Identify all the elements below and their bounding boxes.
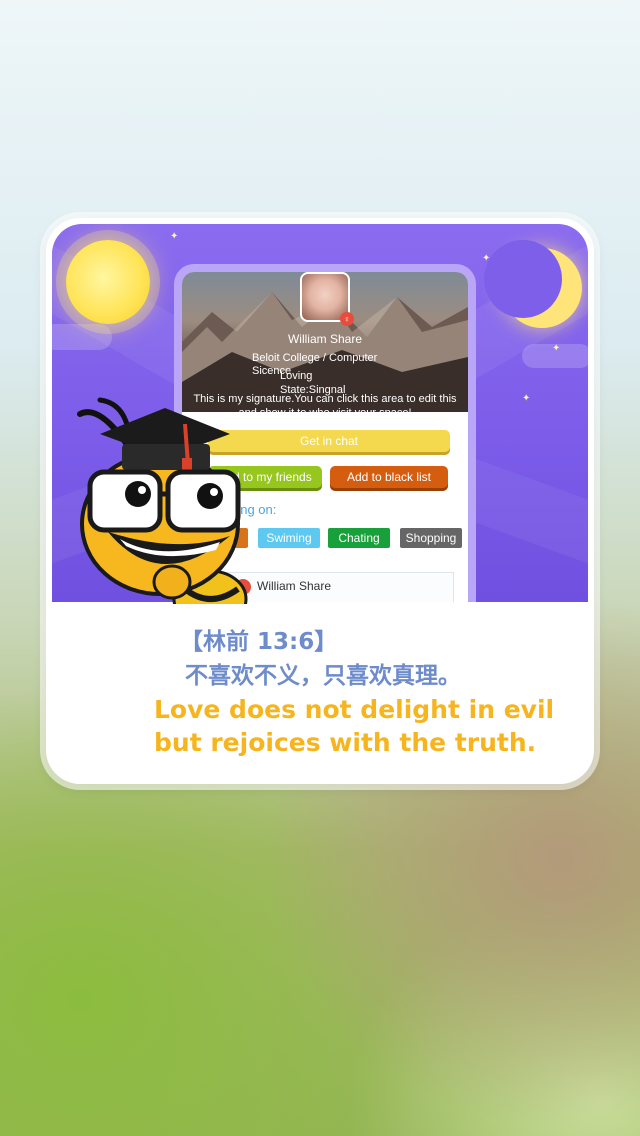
profile-name: William Share (287, 332, 362, 346)
verse-reference: 【林前 13:6】 (180, 629, 338, 655)
moon-icon (484, 240, 582, 328)
sun-icon (66, 240, 150, 324)
profile-college: Beloit College / Computer (252, 352, 378, 364)
gender-badge-icon: ♀ (340, 312, 354, 326)
interest-tag-shopping[interactable]: Shopping (400, 528, 462, 548)
star-icon: ✦ (522, 393, 531, 404)
add-black-list-button[interactable]: Add to black list (330, 466, 448, 488)
bee-mascot-icon (77, 397, 248, 604)
profile-header[interactable]: ♀ William Share Beloit College / Compute… (182, 272, 468, 412)
verse-english-line-2: but rejoices with the truth. (154, 728, 537, 757)
verse-english-line-1: Love does not delight in evil (154, 695, 555, 724)
interest-tag-chating[interactable]: Chating (328, 528, 390, 548)
profile-loving: Loving (280, 370, 313, 382)
star-icon: ✦ (552, 343, 561, 354)
verse-chinese: 不喜欢不义，只喜欢真理。 (185, 663, 461, 689)
star-icon: ✦ (170, 231, 179, 242)
star-icon: ✦ (482, 253, 491, 264)
cloud-icon (52, 324, 112, 350)
